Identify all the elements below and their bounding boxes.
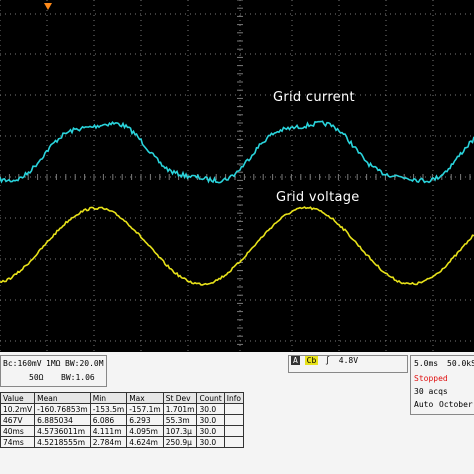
horizontal-scale: 5.0ms: [414, 359, 439, 368]
trigger-source: A: [291, 356, 300, 365]
cell-count: 30.0: [196, 414, 225, 426]
measurement-row[interactable]: 467V 6.885034 6.086 6.293 55.3m 30.0: [0, 414, 244, 426]
cell-max: -157.1m: [126, 403, 164, 415]
timebase-readout[interactable]: 5.0ms 50.0kS Stopped 30 acqs Auto Octobe…: [410, 355, 474, 415]
cell-info: [223, 403, 244, 415]
trigger-slope-icon: ∫: [325, 356, 330, 365]
trigger-channel-badge: Cb: [304, 356, 319, 365]
measurement-row[interactable]: 10.2mV -160.76853m -153.5m -157.1m 1.701…: [0, 403, 244, 415]
trace-area: [0, 3, 474, 286]
grid-voltage-trace: [0, 206, 474, 286]
cell-info: [223, 414, 244, 426]
cell-mean: 4.5218555m: [34, 436, 91, 448]
cell-value: 74ms: [0, 436, 36, 448]
cell-min: 4.111m: [89, 425, 128, 437]
cell-value: 467V: [0, 414, 36, 426]
trigger-position-marker[interactable]: [44, 3, 52, 10]
acquisition-count: 30 acqs: [414, 387, 448, 396]
header-stdev: St Dev: [162, 392, 198, 404]
cell-stdev: 107.3μ: [162, 425, 198, 437]
cell-value: 40ms: [0, 425, 36, 437]
sample-rate: 50.0kS: [447, 359, 474, 368]
cell-max: 4.095m: [126, 425, 164, 437]
oscilloscope-display: Grid current Grid voltage Bc:160mV 1MΩ B…: [0, 0, 474, 474]
grid-current-label: Grid current: [273, 90, 355, 105]
measurement-header-row: Value Mean Min Max St Dev Count Info: [0, 392, 244, 404]
measurement-row[interactable]: 40ms 4.5736011m 4.111m 4.095m 107.3μ 30.…: [0, 425, 244, 437]
cell-mean: -160.76853m: [34, 403, 91, 415]
header-min: Min: [89, 392, 128, 404]
header-value: Value: [0, 392, 36, 404]
cell-value: 10.2mV: [0, 403, 36, 415]
channel-termination: 50Ω: [29, 373, 44, 382]
cell-count: 30.0: [196, 403, 225, 415]
grid-voltage-label: Grid voltage: [276, 190, 360, 205]
cell-mean: 4.5736011m: [34, 425, 91, 437]
acquisition-state: Stopped: [414, 374, 448, 383]
header-mean: Mean: [34, 392, 91, 404]
measurement-table: Value Mean Min Max St Dev Count Info 10.…: [0, 392, 285, 448]
cell-stdev: 250.9μ: [162, 436, 198, 448]
cell-max: 4.624m: [126, 436, 164, 448]
channel-settings-readout[interactable]: Bc:160mV 1MΩ BW:20.0M 50Ω BW:1.06: [0, 355, 107, 387]
channel-impedance: 1MΩ: [46, 359, 61, 368]
cell-count: 30.0: [196, 436, 225, 448]
cell-count: 30.0: [196, 425, 225, 437]
header-count: Count: [196, 392, 225, 404]
cell-info: [223, 436, 244, 448]
cell-min: -153.5m: [89, 403, 128, 415]
cell-mean: 6.885034: [34, 414, 91, 426]
cell-info: [223, 425, 244, 437]
cell-stdev: 55.3m: [162, 414, 198, 426]
grid-current-trace: [0, 120, 474, 184]
measurement-row[interactable]: 74ms 4.5218555m 2.784m 4.624m 250.9μ 30.…: [0, 436, 244, 448]
channel-bandwidth: BW:20.0M: [65, 359, 104, 368]
trigger-readout[interactable]: A Cb ∫ 4.8V: [288, 355, 408, 373]
cell-stdev: 1.701m: [162, 403, 198, 415]
date-readout: October: [439, 400, 473, 409]
trigger-level: 4.8V: [338, 356, 359, 365]
cell-min: 6.086: [89, 414, 128, 426]
trigger-mode: Auto: [414, 400, 434, 409]
header-info: Info: [223, 392, 244, 404]
header-max: Max: [126, 392, 164, 404]
waveform-screen: Grid current Grid voltage: [0, 0, 474, 352]
cell-min: 2.784m: [89, 436, 128, 448]
channel-scale: Bc:160mV: [3, 359, 42, 368]
cell-max: 6.293: [126, 414, 164, 426]
channel-bandwidth-2: BW:1.06: [61, 373, 95, 382]
